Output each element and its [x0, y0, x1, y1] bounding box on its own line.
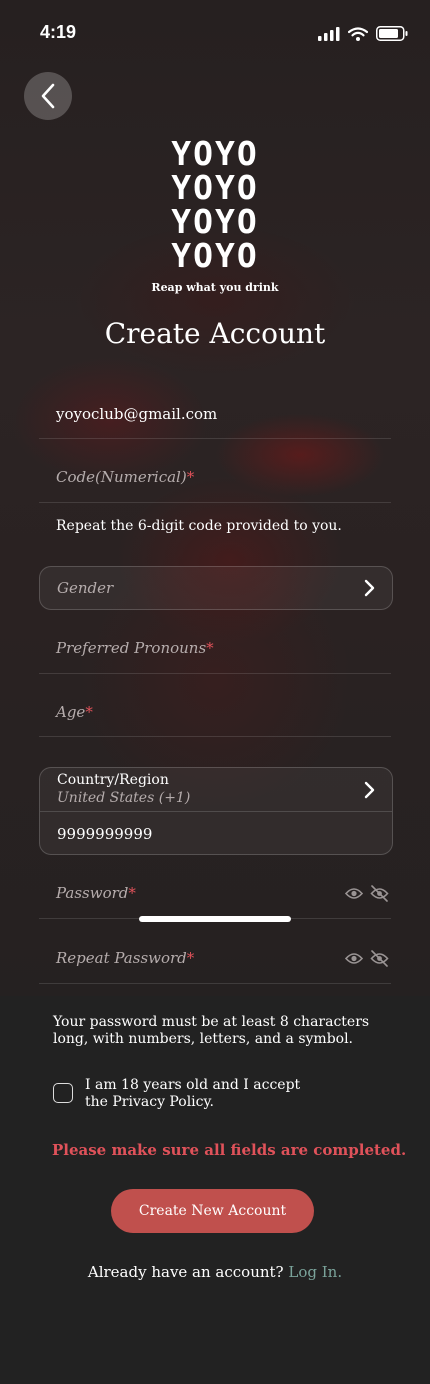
eye-icon[interactable] [345, 887, 363, 900]
home-indicator [139, 916, 291, 922]
back-button[interactable] [24, 72, 72, 120]
logo-tagline: Reap what you drink [151, 281, 279, 294]
code-placeholder: Code(Numerical)* [56, 468, 195, 486]
code-hint: Repeat the 6-digit code provided to you. [56, 518, 342, 534]
gender-select[interactable]: Gender [39, 566, 393, 610]
create-account-screen: 4:19 YOYO YOYO YOYO YOYO Reap what you d… [0, 0, 430, 1384]
eye-icon[interactable] [345, 952, 363, 965]
login-prompt: Already have an account? Log In. [0, 1263, 430, 1281]
wifi-icon [348, 26, 368, 41]
yoyo-logo: YOYO YOYO YOYO YOYO [155, 137, 275, 273]
create-account-button[interactable]: Create New Account [111, 1189, 314, 1233]
country-region-label: Country/Region [57, 772, 169, 788]
chevron-right-icon [364, 781, 375, 799]
status-bar: 4:19 [0, 0, 430, 66]
eye-off-icon[interactable] [370, 950, 389, 967]
error-message: Please make sure all fields are complete… [52, 1141, 407, 1159]
consent-checkbox[interactable] [53, 1083, 73, 1103]
age-field[interactable]: Age* [39, 690, 391, 737]
logo-line: YOYO [171, 134, 259, 173]
code-field[interactable]: Code(Numerical)* [39, 455, 391, 503]
country-region-value: United States (+1) [57, 790, 191, 806]
status-time: 4:19 [40, 22, 77, 42]
chevron-right-icon [364, 579, 375, 597]
password-field[interactable]: Password* [39, 870, 391, 919]
eye-off-icon[interactable] [370, 885, 389, 902]
phone-number-field[interactable]: 9999999999 [40, 812, 392, 854]
gender-placeholder: Gender [57, 579, 114, 597]
login-prompt-text: Already have an account? [87, 1263, 284, 1281]
email-field[interactable]: yoyoclub@gmail.com [39, 390, 391, 439]
phone-number-value: 9999999999 [57, 825, 153, 843]
logo-line: YOYO [171, 236, 259, 275]
password-placeholder: Password* [56, 884, 136, 902]
country-region-select[interactable]: Country/Region United States (+1) [40, 768, 392, 812]
age-placeholder: Age* [56, 703, 93, 721]
login-link[interactable]: Log In. [288, 1263, 342, 1281]
logo-line: YOYO [171, 202, 259, 241]
status-icons [318, 26, 408, 41]
password-requirements: Your password must be at least 8 charact… [53, 1014, 370, 1047]
back-chevron-icon [41, 83, 55, 109]
phone-group: Country/Region United States (+1) 999999… [39, 767, 393, 855]
page-title: Create Account [104, 317, 326, 350]
repeat-password-placeholder: Repeat Password* [56, 949, 195, 967]
consent-label[interactable]: I am 18 years old and I accept the Priva… [85, 1077, 315, 1111]
signal-icon [318, 26, 340, 41]
logo-line: YOYO [171, 168, 259, 207]
repeat-password-field[interactable]: Repeat Password* [39, 935, 391, 984]
email-value: yoyoclub@gmail.com [56, 405, 218, 423]
pronouns-placeholder: Preferred Pronouns* [56, 639, 214, 657]
battery-icon [376, 26, 408, 41]
pronouns-field[interactable]: Preferred Pronouns* [39, 625, 391, 674]
